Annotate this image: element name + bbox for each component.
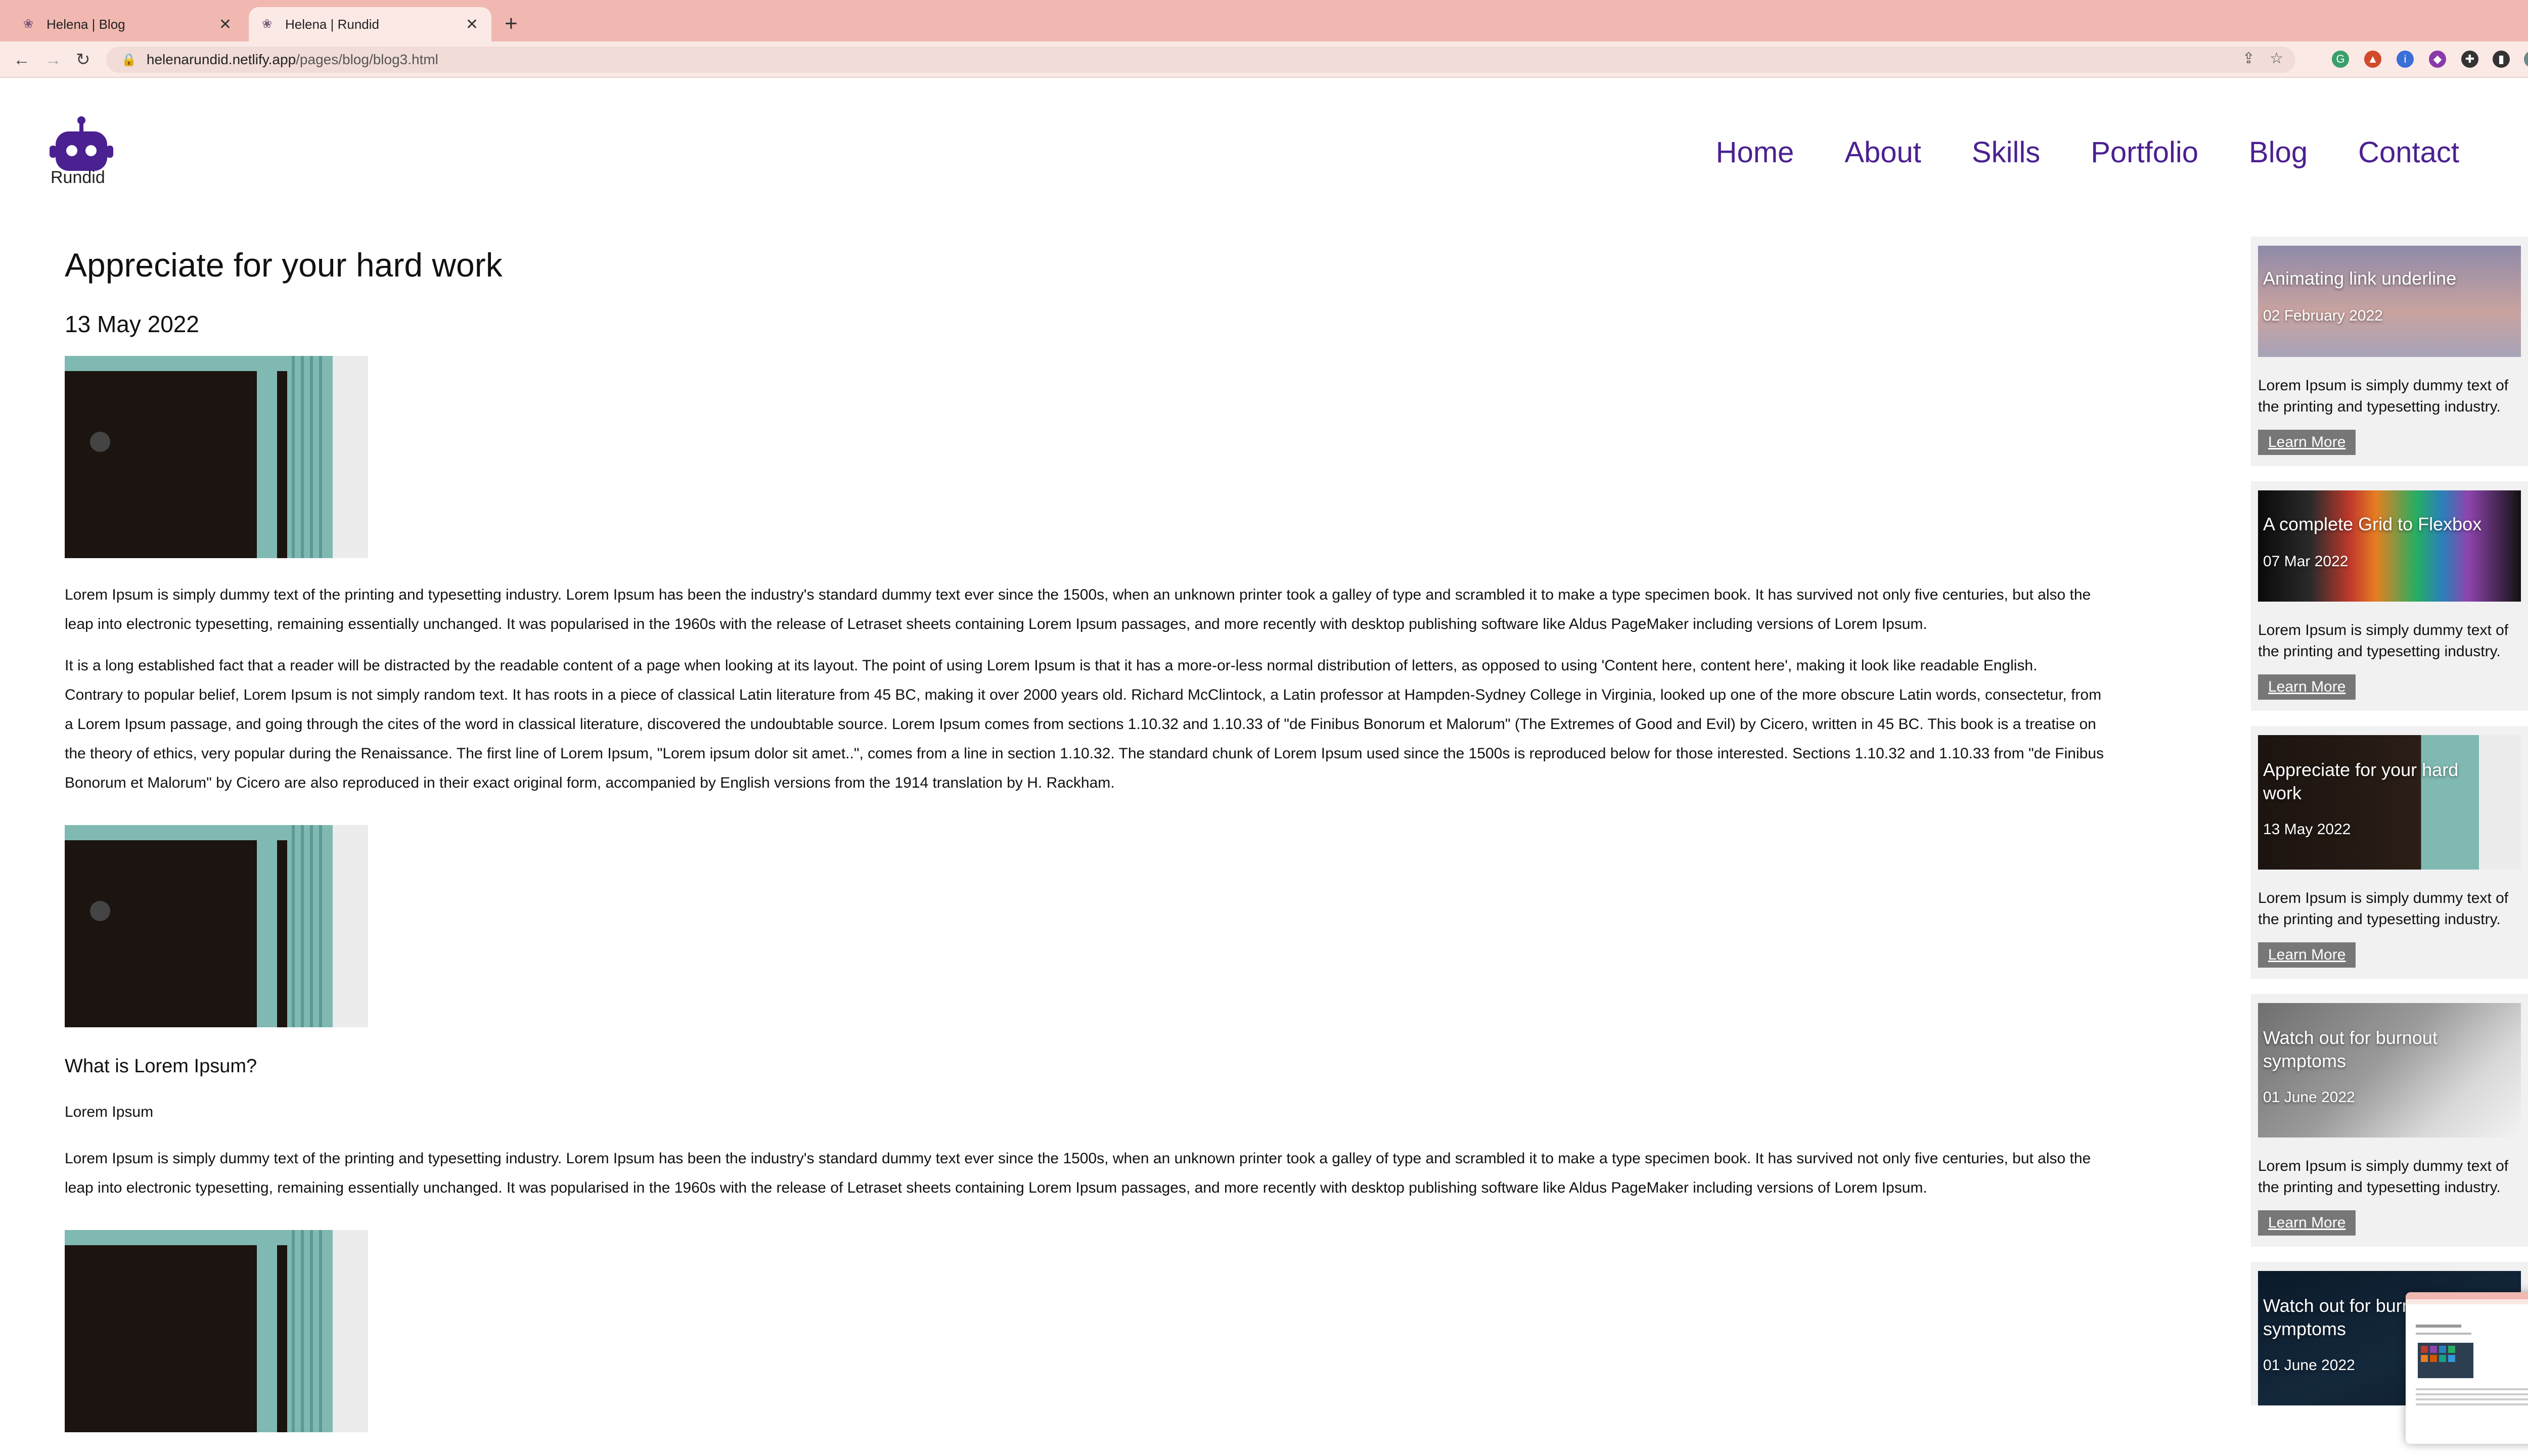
card-image: Animating link underline 02 February 202… [2258,246,2521,357]
back-arrow-icon[interactable]: ← [13,49,30,71]
card-title: A complete Grid to Flexbox [2263,514,2482,534]
web-page: Rundid Home About Skills Portfolio Blog … [0,79,2528,1456]
card-image: Appreciate for your hard work 13 May 202… [2258,735,2521,870]
nav-blog[interactable]: Blog [2249,135,2308,169]
tab-title: Helena | Rundid [285,16,379,32]
tab-title: Helena | Blog [47,16,125,32]
blog-sidebar: Animating link underline 02 February 202… [2251,237,2528,1421]
browser-toolbar: ← → ↻ 🔒 helenarundid.netlify.app/pages/b… [0,41,2528,78]
nav-contact[interactable]: Contact [2358,135,2459,169]
article-title: Appreciate for your hard work [65,246,503,284]
blog-card: Animating link underline 02 February 202… [2251,237,2528,466]
url-path: /pages/blog/blog3.html [296,52,438,67]
nav-home[interactable]: Home [1716,135,1794,169]
puzzle-extensions-icon[interactable]: ✚ [2461,51,2478,68]
article-paragraph: Contrary to popular belief, Lorem Ipsum … [65,687,2104,791]
nav-portfolio[interactable]: Portfolio [2091,135,2198,169]
blog-card: A complete Grid to Flexbox 07 Mar 2022 L… [2251,481,2528,711]
card-excerpt: Lorem Ipsum is simply dummy text of the … [2258,1158,2509,1196]
card-title: Animating link underline [2263,268,2457,289]
article-subheading: What is Lorem Ipsum? [65,1056,257,1077]
nav-about[interactable]: About [1844,135,1921,169]
article-image [65,356,368,558]
card-image: Watch out for burnout symptoms 01 June 2… [2258,1003,2521,1138]
reload-icon[interactable]: ↻ [76,49,91,71]
extension-icon[interactable]: ◆ [2429,51,2446,68]
article-paragraph: It is a long established fact that a rea… [65,657,2038,674]
card-excerpt: Lorem Ipsum is simply dummy text of the … [2258,622,2509,660]
nav-skills[interactable]: Skills [1972,135,2040,169]
article-image [65,825,368,1027]
logo-text: Rundid [51,168,105,187]
close-icon[interactable]: ✕ [219,16,232,33]
browser-tab-bar: ❀ Helena | Blog ✕ ❀ Helena | Rundid ✕ + [0,0,2528,41]
blog-card: Watch out for burnout symptoms 01 June 2… [2251,994,2528,1247]
card-excerpt: Lorem Ipsum is simply dummy text of the … [2258,890,2509,928]
share-icon[interactable]: ⇪ [2242,50,2255,67]
article-image [65,1230,368,1432]
screenshot-thumbnail-preview[interactable] [2406,1292,2528,1444]
card-date: 13 May 2022 [2263,821,2351,838]
card-date: 07 Mar 2022 [2263,553,2349,570]
learn-more-button[interactable]: Learn More [2258,1210,2356,1236]
article-date: 13 May 2022 [65,311,199,337]
url-host: helenarundid.netlify.app [146,52,296,67]
blog-article: Appreciate for your hard work 13 May 202… [65,246,2112,1432]
forward-arrow-icon[interactable]: → [44,49,62,71]
card-image: A complete Grid to Flexbox 07 Mar 2022 [2258,490,2521,602]
close-icon[interactable]: ✕ [466,16,478,33]
blog-card: Appreciate for your hard work 13 May 202… [2251,726,2528,979]
site-favicon-icon: ❀ [262,17,273,31]
bookmark-star-icon[interactable]: ☆ [2270,50,2283,67]
address-bar[interactable]: 🔒 helenarundid.netlify.app/pages/blog/bl… [106,47,2295,73]
card-date: 01 June 2022 [2263,1089,2355,1106]
card-excerpt: Lorem Ipsum is simply dummy text of the … [2258,377,2509,415]
tab-blog[interactable]: ❀ Helena | Blog ✕ [10,7,245,41]
lock-icon: 🔒 [121,53,137,67]
learn-more-button[interactable]: Learn More [2258,674,2356,700]
site-favicon-icon: ❀ [23,17,34,31]
card-title: Watch out for burnout symptoms [2263,1027,2437,1071]
grammarly-extension-icon[interactable]: G [2332,51,2349,68]
extension-icon[interactable]: i [2397,51,2414,68]
article-label: Lorem Ipsum [65,1104,154,1120]
new-tab-button[interactable]: + [505,11,518,36]
learn-more-button[interactable]: Learn More [2258,430,2356,455]
learn-more-button[interactable]: Learn More [2258,942,2356,968]
card-title: Appreciate for your hard work [2263,759,2459,803]
article-paragraph: Lorem Ipsum is simply dummy text of the … [65,1150,2091,1196]
extension-icon[interactable]: ▲ [2364,51,2381,68]
article-paragraph: Lorem Ipsum is simply dummy text of the … [65,586,2091,632]
card-date: 01 June 2022 [2263,1357,2355,1374]
side-panel-icon[interactable]: ▮ [2493,51,2510,68]
card-date: 02 February 2022 [2263,307,2383,324]
tab-rundid[interactable]: ❀ Helena | Rundid ✕ [249,7,491,41]
main-nav: Home About Skills Portfolio Blog Contact [1716,135,2459,169]
